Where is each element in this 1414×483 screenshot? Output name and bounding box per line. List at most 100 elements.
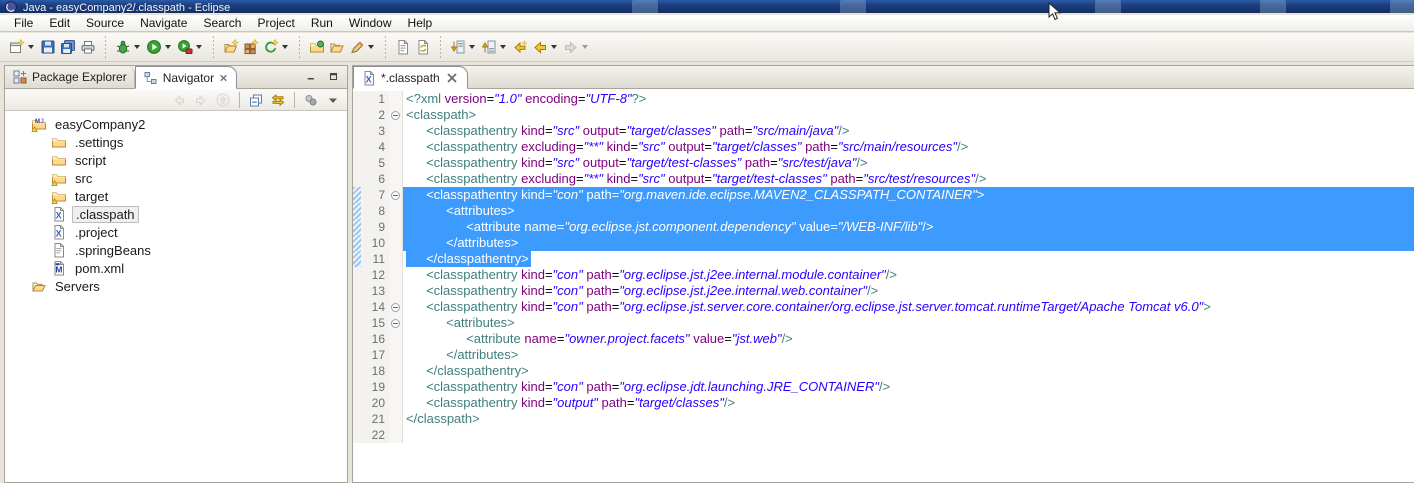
collapse-fold-icon[interactable] [391, 191, 400, 200]
code-line[interactable]: 19 <classpathentry kind="con" path="org.… [353, 379, 1414, 395]
folding-ruler[interactable] [389, 251, 403, 267]
folding-ruler[interactable] [389, 363, 403, 379]
code-text[interactable]: <classpathentry excluding="**" kind="src… [403, 139, 1414, 155]
code-line[interactable]: 4 <classpathentry excluding="**" kind="s… [353, 139, 1414, 155]
forward-history-button[interactable] [561, 35, 592, 59]
folding-ruler[interactable] [389, 283, 403, 299]
menu-source[interactable]: Source [78, 15, 132, 31]
folding-ruler[interactable] [389, 267, 403, 283]
annotation-ruler[interactable] [353, 363, 361, 379]
code-text[interactable]: <attribute name="org.eclipse.jst.compone… [403, 219, 1414, 235]
folder-green-dot-button[interactable] [307, 35, 327, 59]
annotation-ruler[interactable] [353, 331, 361, 347]
new-package-button[interactable] [241, 35, 261, 59]
dropdown-arrow-icon[interactable] [28, 45, 34, 49]
minimize-view-button[interactable] [305, 70, 321, 86]
code-text[interactable]: </classpathentry> [403, 251, 1414, 267]
tree-item-project[interactable]: X.project [5, 223, 347, 241]
folding-ruler[interactable] [389, 171, 403, 187]
code-line[interactable]: 17 </attributes> [353, 347, 1414, 363]
tree-item-script[interactable]: script [5, 151, 347, 169]
collapse-fold-icon[interactable] [391, 111, 400, 120]
print-button[interactable] [78, 35, 98, 59]
back-history-button[interactable] [530, 35, 561, 59]
page-annotation-button[interactable] [393, 35, 413, 59]
code-text[interactable]: <classpathentry kind="src" output="targe… [403, 123, 1414, 139]
tree-item-servers[interactable]: Servers [5, 277, 347, 295]
editor-tab-classpath[interactable]: X *.classpath [353, 66, 468, 89]
new-deployment-button[interactable] [221, 35, 241, 59]
code-text[interactable]: <classpathentry kind="output" path="targ… [403, 395, 1414, 411]
annotation-ruler[interactable] [353, 171, 361, 187]
refresh-new-button[interactable] [261, 35, 292, 59]
menu-run[interactable]: Run [303, 15, 341, 31]
annotation-ruler[interactable] [353, 187, 361, 203]
code-line[interactable]: 12 <classpathentry kind="con" path="org.… [353, 267, 1414, 283]
annotation-ruler[interactable] [353, 299, 361, 315]
code-line[interactable]: 20 <classpathentry kind="output" path="t… [353, 395, 1414, 411]
close-tab-icon[interactable] [444, 70, 460, 86]
save-button[interactable] [38, 35, 58, 59]
dropdown-arrow-icon[interactable] [165, 45, 171, 49]
dropdown-arrow-icon[interactable] [551, 45, 557, 49]
code-line[interactable]: 14 <classpathentry kind="con" path="org.… [353, 299, 1414, 315]
run-button[interactable] [144, 35, 175, 59]
code-line[interactable]: 3 <classpathentry kind="src" output="tar… [353, 123, 1414, 139]
folding-ruler[interactable] [389, 155, 403, 171]
back-button[interactable] [169, 90, 189, 110]
tree-item-classpath[interactable]: X.classpath [5, 205, 347, 223]
annotation-ruler[interactable] [353, 203, 361, 219]
menu-navigate[interactable]: Navigate [132, 15, 195, 31]
folding-ruler[interactable] [389, 347, 403, 363]
folding-ruler[interactable] [389, 139, 403, 155]
code-line[interactable]: 18 </classpathentry> [353, 363, 1414, 379]
folding-ruler[interactable] [389, 395, 403, 411]
code-text[interactable]: <classpath> [403, 107, 1414, 123]
tree-item-target[interactable]: target [5, 187, 347, 205]
annotation-ruler[interactable] [353, 427, 361, 443]
menu-edit[interactable]: Edit [41, 15, 78, 31]
tree-item-src[interactable]: src [5, 169, 347, 187]
run-external-tools-button[interactable] [175, 35, 206, 59]
open-folder-button[interactable] [327, 35, 347, 59]
menu-help[interactable]: Help [400, 15, 441, 31]
last-edit-location-button[interactable] [510, 35, 530, 59]
editor-body[interactable]: 1<?xml version="1.0" encoding="UTF-8"?>2… [353, 89, 1414, 482]
menu-search[interactable]: Search [195, 15, 249, 31]
annotation-ruler[interactable] [353, 219, 361, 235]
code-line[interactable]: 9 <attribute name="org.eclipse.jst.compo… [353, 219, 1414, 235]
code-text[interactable]: <attribute name="owner.project.facets" v… [403, 331, 1414, 347]
annotation-ruler[interactable] [353, 379, 361, 395]
code-line[interactable]: 16 <attribute name="owner.project.facets… [353, 331, 1414, 347]
code-text[interactable]: <classpathentry excluding="**" kind="src… [403, 171, 1414, 187]
dropdown-arrow-icon[interactable] [500, 45, 506, 49]
folding-ruler[interactable] [389, 91, 403, 107]
view-tab-package-explorer[interactable]: Package Explorer [5, 66, 135, 88]
folding-ruler[interactable] [389, 219, 403, 235]
next-annotation-button[interactable] [448, 35, 479, 59]
code-line[interactable]: 6 <classpathentry excluding="**" kind="s… [353, 171, 1414, 187]
dropdown-arrow-icon[interactable] [282, 45, 288, 49]
code-text[interactable]: <classpathentry kind="con" path="org.ecl… [403, 267, 1414, 283]
dropdown-arrow-icon[interactable] [196, 45, 202, 49]
folding-ruler[interactable] [389, 203, 403, 219]
link-with-editor-button[interactable] [268, 90, 288, 110]
view-tab-navigator[interactable]: Navigator [135, 66, 237, 89]
code-line[interactable]: 2<classpath> [353, 107, 1414, 123]
menu-project[interactable]: Project [249, 15, 302, 31]
code-text[interactable]: <classpathentry kind="con" path="org.ecl… [403, 283, 1414, 299]
annotation-ruler[interactable] [353, 347, 361, 363]
annotation-ruler[interactable] [353, 107, 361, 123]
code-text[interactable]: <classpathentry kind="src" output="targe… [403, 155, 1414, 171]
forward-button[interactable] [191, 90, 211, 110]
folding-ruler[interactable] [389, 331, 403, 347]
folding-ruler[interactable] [389, 107, 403, 123]
filter-members-button[interactable] [301, 90, 321, 110]
maximize-view-button[interactable] [327, 70, 343, 86]
code-line[interactable]: 8 <attributes> [353, 203, 1414, 219]
collapse-fold-icon[interactable] [391, 319, 400, 328]
annotation-ruler[interactable] [353, 123, 361, 139]
code-line[interactable]: 13 <classpathentry kind="con" path="org.… [353, 283, 1414, 299]
folding-ruler[interactable] [389, 123, 403, 139]
annotation-ruler[interactable] [353, 155, 361, 171]
